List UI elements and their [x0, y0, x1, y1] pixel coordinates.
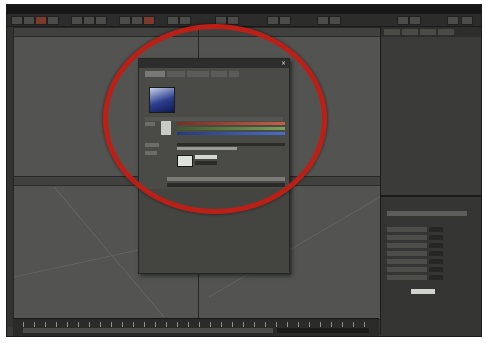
dialog-tab[interactable]: [167, 71, 185, 77]
material-swatch-icon[interactable]: [149, 87, 175, 113]
viewport-header: [14, 28, 198, 37]
toolbar-button[interactable]: [179, 16, 191, 25]
attribute-field[interactable]: [429, 259, 443, 264]
window-title: [7, 6, 11, 13]
toolbar-button[interactable]: [227, 16, 239, 25]
toolbar-button[interactable]: [83, 16, 95, 25]
attribute-label: [387, 275, 427, 280]
attribute-label: [387, 235, 427, 240]
dialog-tab[interactable]: [145, 71, 165, 77]
dialog-tab[interactable]: [187, 71, 209, 77]
green-channel-slider[interactable]: [177, 127, 285, 130]
panel-tab[interactable]: [438, 29, 454, 35]
panel-tabs: [381, 27, 481, 37]
title-bar: [7, 5, 481, 14]
attribute-label: [387, 267, 427, 272]
color-picker-icon[interactable]: [161, 121, 171, 135]
blue-channel-slider[interactable]: [177, 132, 285, 135]
dialog-title: [139, 60, 143, 66]
attribute-label: [387, 251, 427, 256]
toolbar-button[interactable]: [461, 16, 473, 25]
dialog-tab[interactable]: [229, 71, 239, 77]
toolbar-button[interactable]: [329, 16, 341, 25]
main-toolbar: [7, 14, 481, 27]
toolbar-button[interactable]: [279, 16, 291, 25]
toolbar-button[interactable]: [47, 16, 59, 25]
close-icon[interactable]: ×: [277, 59, 286, 68]
range-slider[interactable]: [23, 328, 273, 333]
toolbar-button[interactable]: [215, 16, 227, 25]
panel-tab[interactable]: [402, 29, 418, 35]
application-window: ×: [6, 4, 482, 337]
toolbar-button[interactable]: [143, 16, 155, 25]
transparency-fill: [177, 147, 237, 150]
toolbar-button[interactable]: [35, 16, 47, 25]
panel-tab[interactable]: [420, 29, 436, 35]
texture-thumbnail-icon[interactable]: [177, 155, 193, 167]
toolbar-button[interactable]: [95, 16, 107, 25]
attribute-field[interactable]: [429, 267, 443, 272]
dialog-title-bar: ×: [139, 59, 289, 68]
attribute-header-row: [387, 211, 467, 216]
dialog-tab[interactable]: [211, 71, 227, 77]
attribute-field[interactable]: [429, 235, 443, 240]
toolbar-button[interactable]: [71, 16, 83, 25]
transparency-slider[interactable]: [177, 143, 285, 146]
red-channel-slider[interactable]: [177, 122, 285, 125]
toolbar-button[interactable]: [119, 16, 131, 25]
toolbar-button[interactable]: [23, 16, 35, 25]
attribute-label: [387, 227, 427, 232]
material-editor-dialog: ×: [138, 58, 290, 274]
toolbar-button[interactable]: [447, 16, 459, 25]
toolbar-button[interactable]: [11, 16, 23, 25]
attribute-button[interactable]: [411, 289, 435, 294]
toolbar-button[interactable]: [397, 16, 409, 25]
timeline[interactable]: [13, 318, 379, 336]
toolbar-button[interactable]: [167, 16, 179, 25]
attribute-label: [387, 243, 427, 248]
option-field[interactable]: [167, 177, 285, 181]
option-field[interactable]: [167, 183, 285, 187]
playback-controls[interactable]: [277, 328, 369, 333]
attribute-label: [387, 259, 427, 264]
dialog-lower-area: [139, 189, 289, 273]
toolbar-button[interactable]: [267, 16, 279, 25]
texture-field[interactable]: [195, 161, 217, 165]
toolbar-button[interactable]: [131, 16, 143, 25]
panel-tab[interactable]: [384, 29, 400, 35]
row-label: [145, 143, 159, 147]
attribute-field[interactable]: [429, 227, 443, 232]
toolbar-button[interactable]: [409, 16, 421, 25]
attribute-field[interactable]: [429, 251, 443, 256]
attribute-editor: [381, 195, 481, 336]
right-panel: [380, 27, 481, 336]
viewport-header: [199, 28, 380, 37]
attribute-field[interactable]: [429, 243, 443, 248]
row-label: [145, 122, 155, 126]
attribute-field[interactable]: [429, 275, 443, 280]
toolbar-button[interactable]: [317, 16, 329, 25]
texture-field[interactable]: [195, 155, 217, 159]
timeline-ticks: [23, 322, 369, 327]
row-label: [145, 151, 157, 155]
